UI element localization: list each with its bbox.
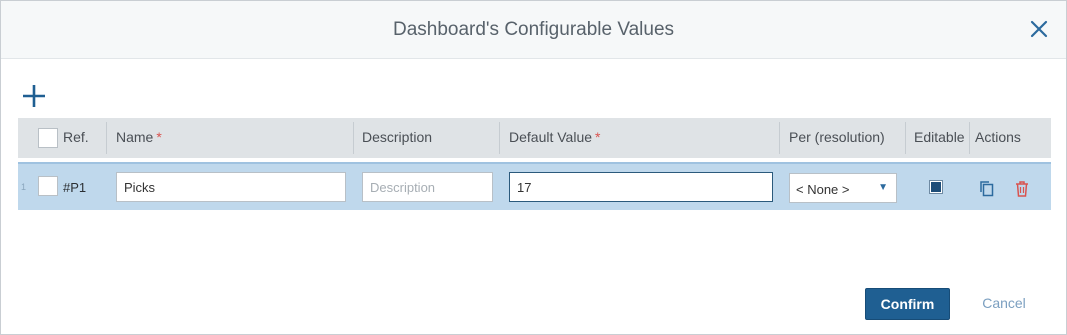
configurable-values-dialog: Dashboard's Configurable Values Ref. Nam… <box>0 0 1067 335</box>
column-separator <box>779 122 780 154</box>
column-header-name-label: Name <box>116 129 154 145</box>
required-marker: * <box>595 129 601 145</box>
column-separator <box>905 122 906 154</box>
row-checkbox[interactable] <box>38 176 58 196</box>
row-ref: #P1 <box>63 180 87 195</box>
dialog-header: Dashboard's Configurable Values <box>1 1 1066 59</box>
required-marker: * <box>156 129 162 145</box>
chevron-down-icon: ▼ <box>878 182 888 193</box>
dialog-title: Dashboard's Configurable Values <box>392 19 675 40</box>
plus-icon[interactable] <box>21 83 47 109</box>
name-input[interactable] <box>116 172 346 202</box>
copy-icon[interactable] <box>978 179 996 199</box>
per-resolution-value: < None > <box>796 182 850 197</box>
column-header-per-resolution: Per (resolution) <box>789 129 885 145</box>
select-all-checkbox[interactable] <box>38 128 58 148</box>
confirm-button[interactable]: Confirm <box>865 288 950 320</box>
column-header-description: Description <box>362 129 433 145</box>
column-header-editable: Editable <box>914 129 965 145</box>
cancel-button[interactable]: Cancel <box>963 288 1045 320</box>
column-separator <box>969 122 970 154</box>
row-number: 1 <box>21 182 27 192</box>
column-separator <box>106 122 107 154</box>
table-row[interactable]: 1 #P1 < None > ▼ <box>18 162 1051 210</box>
column-separator <box>353 122 354 154</box>
column-header-default-value-label: Default Value <box>509 129 593 145</box>
grid-header: Ref. Name * Description Default Value * Pe… <box>18 118 1051 158</box>
trash-icon[interactable] <box>1013 179 1031 199</box>
description-input[interactable] <box>362 172 493 202</box>
column-separator <box>499 122 500 154</box>
column-header-ref: Ref. <box>63 129 89 145</box>
editable-checkbox[interactable] <box>929 180 943 194</box>
column-header-default-value: Default Value * <box>509 118 600 158</box>
column-header-actions: Actions <box>975 129 1021 145</box>
per-resolution-select[interactable]: < None > ▼ <box>789 173 897 203</box>
default-value-input[interactable] <box>509 172 773 202</box>
column-header-name: Name * <box>116 118 162 158</box>
close-icon[interactable] <box>1027 17 1051 41</box>
